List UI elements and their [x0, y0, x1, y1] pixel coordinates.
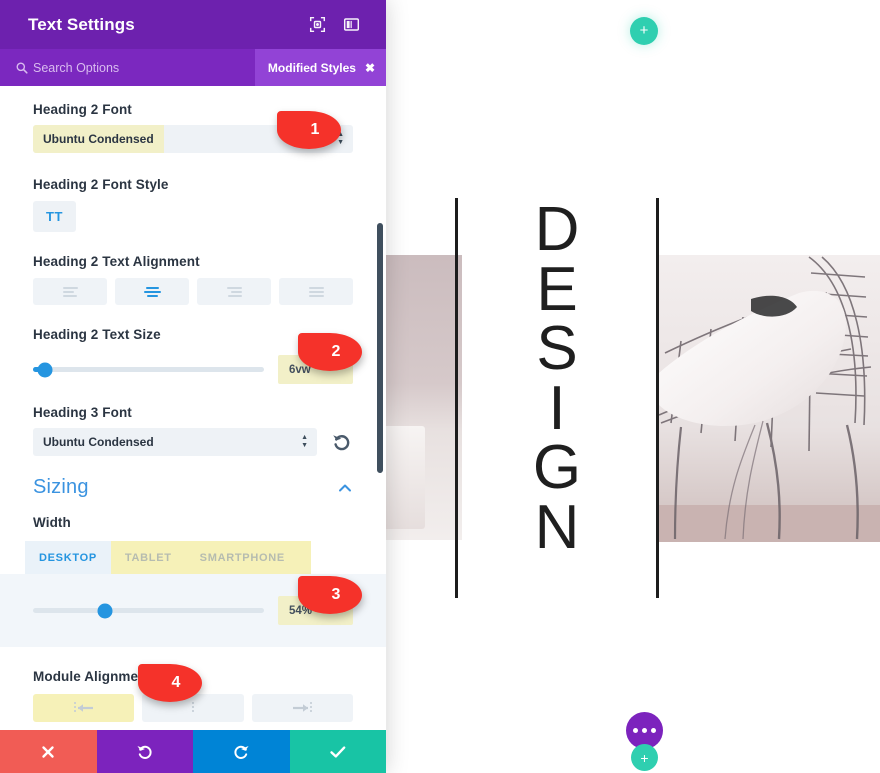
- modified-styles-badge[interactable]: Modified Styles ✖: [254, 49, 386, 86]
- heading2-font-value: Ubuntu Condensed: [33, 125, 164, 153]
- callout-number: 2: [331, 343, 341, 360]
- section-sizing: Sizing: [0, 456, 386, 499]
- panel-search-row[interactable]: Search Options Modified Styles ✖: [0, 49, 386, 86]
- close-x-icon: [42, 745, 54, 758]
- callout-marker-1: 1: [277, 111, 341, 149]
- field-label: Width: [33, 515, 71, 530]
- align-justify-button[interactable]: [279, 278, 353, 305]
- field-label: Heading 2 Font Style: [33, 177, 169, 192]
- align-left-button[interactable]: [33, 278, 107, 305]
- font-style-uppercase-button[interactable]: TT: [33, 201, 76, 232]
- chevron-up-icon[interactable]: [337, 480, 353, 496]
- section-title: Sizing: [33, 476, 89, 498]
- dot-icon: [642, 728, 647, 733]
- app-stage: + D E S I G N + Text Settings Search Opt…: [0, 0, 880, 773]
- tab-desktop[interactable]: DESKTOP: [25, 541, 111, 574]
- discard-button[interactable]: [0, 730, 97, 773]
- search-icon: [16, 62, 28, 74]
- callout-marker-2: 2: [298, 333, 362, 371]
- reset-arrow-icon[interactable]: [331, 431, 353, 453]
- align-right-button[interactable]: [197, 278, 271, 305]
- panel-body-scroll[interactable]: Heading 2 Font Ubuntu Condensed ▲ ▼ Headi…: [0, 86, 386, 730]
- align-module-left-button[interactable]: [33, 694, 135, 722]
- focus-target-icon[interactable]: [309, 16, 326, 33]
- width-slider[interactable]: [33, 603, 264, 618]
- align-module-right-icon: [293, 702, 313, 714]
- select-stepper-icon[interactable]: ▲ ▼: [301, 434, 308, 449]
- align-center-icon: [143, 286, 161, 297]
- sizing-section-header[interactable]: Sizing: [33, 476, 353, 499]
- panel-header: Text Settings: [0, 0, 386, 49]
- dot-icon: [633, 728, 638, 733]
- divider-line-right: [656, 198, 659, 598]
- divider-line-left: [455, 198, 458, 598]
- field-width: Width: [0, 499, 386, 530]
- plus-icon: +: [640, 749, 649, 766]
- heading3-font-value: Ubuntu Condensed: [43, 435, 154, 449]
- redo-button[interactable]: [193, 730, 290, 773]
- design-letter: G: [532, 433, 582, 503]
- align-center-button[interactable]: [115, 278, 189, 305]
- heading3-font-select[interactable]: Ubuntu Condensed ▲ ▼: [33, 428, 317, 456]
- callout-number: 3: [331, 586, 341, 603]
- design-letter: S: [536, 314, 578, 384]
- preview-image-right: [659, 255, 880, 542]
- callout-marker-3: 3: [298, 576, 362, 614]
- align-right-icon: [226, 286, 242, 297]
- design-letter: I: [548, 373, 566, 443]
- dot-icon: [651, 728, 656, 733]
- page-title: Text Settings: [28, 14, 135, 34]
- undo-button[interactable]: [96, 730, 193, 773]
- field-heading2-font-style: Heading 2 Font Style TT: [0, 153, 386, 232]
- undo-arrow-icon: [137, 745, 152, 759]
- redo-arrow-icon: [234, 745, 249, 759]
- checkmark-icon: [330, 745, 346, 758]
- plus-icon: +: [639, 21, 649, 39]
- tab-tablet[interactable]: TABLET: [111, 541, 186, 574]
- field-label: Heading 2 Text Alignment: [33, 254, 200, 269]
- slider-handle[interactable]: [37, 362, 53, 377]
- panel-header-actions: [309, 16, 370, 33]
- design-letter: E: [536, 254, 578, 324]
- modified-styles-label: Modified Styles: [267, 60, 356, 75]
- align-left-icon: [62, 286, 78, 297]
- close-icon[interactable]: ✖: [365, 61, 375, 75]
- device-tabs: DESKTOP TABLET SMARTPHONE: [25, 541, 311, 574]
- slider-handle[interactable]: [97, 603, 113, 618]
- align-module-center-icon: [192, 702, 194, 714]
- panel-footer-actions: [0, 730, 386, 773]
- tab-smartphone[interactable]: SMARTPHONE: [186, 541, 299, 574]
- panel-scrollbar[interactable]: [377, 223, 383, 473]
- field-label: Heading 3 Font: [33, 405, 132, 420]
- design-letter: D: [534, 195, 580, 264]
- save-button[interactable]: [289, 730, 386, 773]
- add-section-bottom-button[interactable]: +: [631, 744, 658, 771]
- text-size-slider[interactable]: [33, 362, 264, 377]
- callout-number: 1: [310, 121, 320, 138]
- heading-design-text: D E S I G N: [524, 195, 590, 562]
- chair-photo-illustration: [659, 255, 880, 542]
- field-heading3-font: Heading 3 Font Ubuntu Condensed ▲ ▼: [0, 384, 386, 456]
- add-section-top-button[interactable]: +: [630, 17, 658, 45]
- design-letter: N: [534, 492, 580, 562]
- text-alignment-group: [33, 278, 353, 305]
- callout-marker-4: 4: [138, 664, 202, 702]
- align-justify-icon: [308, 286, 324, 297]
- field-heading2-text-alignment: Heading 2 Text Alignment: [0, 232, 386, 305]
- layout-panel-icon[interactable]: [343, 16, 360, 33]
- align-module-left-icon: [73, 702, 93, 714]
- callout-number: 4: [171, 674, 181, 691]
- align-module-right-button[interactable]: [251, 694, 353, 722]
